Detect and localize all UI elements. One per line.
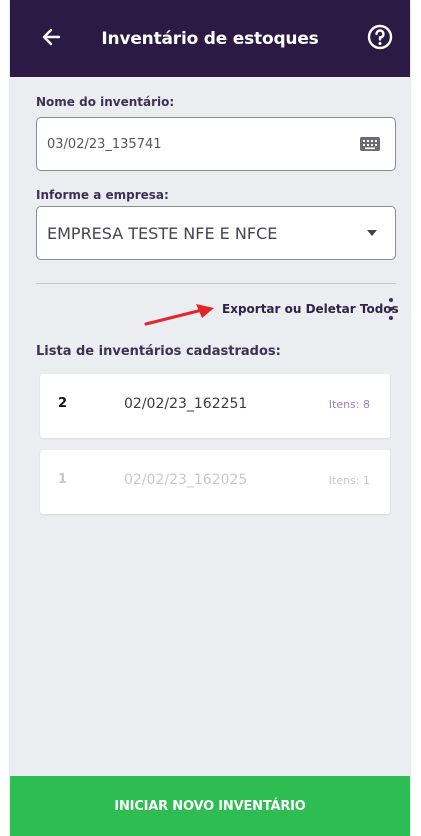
inventory-name-value: 03/02/23_135741 — [47, 136, 162, 152]
start-new-inventory-button[interactable]: INICIAR NOVO INVENTÁRIO — [10, 776, 410, 836]
inventory-item-count: Itens: 1 — [328, 474, 370, 487]
company-label: Informe a empresa: — [36, 188, 169, 202]
inventory-name-label: Nome do inventário: — [36, 95, 175, 109]
keyboard-icon[interactable] — [359, 136, 381, 152]
red-arrow-annotation-icon — [144, 304, 214, 326]
top-app-bar: Inventário de estoques — [10, 0, 410, 77]
chevron-down-icon — [367, 230, 377, 236]
company-value: EMPRESA TESTE NFE E NFCE — [47, 223, 278, 243]
inventory-list-item[interactable]: 1 02/02/23_162025 Itens: 1 — [40, 450, 390, 514]
inventory-number: 2 — [58, 396, 68, 411]
inventory-name-field[interactable]: 03/02/23_135741 — [36, 117, 396, 171]
back-button[interactable] — [34, 20, 68, 54]
page-title: Inventário de estoques — [101, 28, 319, 49]
inventory-list-item[interactable]: 2 02/02/23_162251 Itens: 8 — [40, 374, 390, 438]
section-divider — [36, 283, 396, 284]
inventory-name: 02/02/23_162025 — [124, 472, 248, 488]
arrow-left-icon — [42, 28, 61, 46]
inventory-number: 1 — [58, 472, 68, 487]
help-circle-icon — [367, 24, 393, 50]
more-vertical-icon[interactable] — [386, 296, 396, 322]
export-delete-all-link[interactable]: Exportar ou Deletar Todos — [222, 302, 399, 316]
inventory-name: 02/02/23_162251 — [124, 396, 248, 412]
app-screen: Inventário de estoques Nome do inventári… — [10, 0, 410, 836]
help-button[interactable] — [362, 19, 398, 55]
company-select[interactable]: EMPRESA TESTE NFE E NFCE — [36, 206, 396, 260]
inventory-item-count: Itens: 8 — [328, 398, 370, 411]
inventory-list-title: Lista de inventários cadastrados: — [36, 344, 281, 359]
